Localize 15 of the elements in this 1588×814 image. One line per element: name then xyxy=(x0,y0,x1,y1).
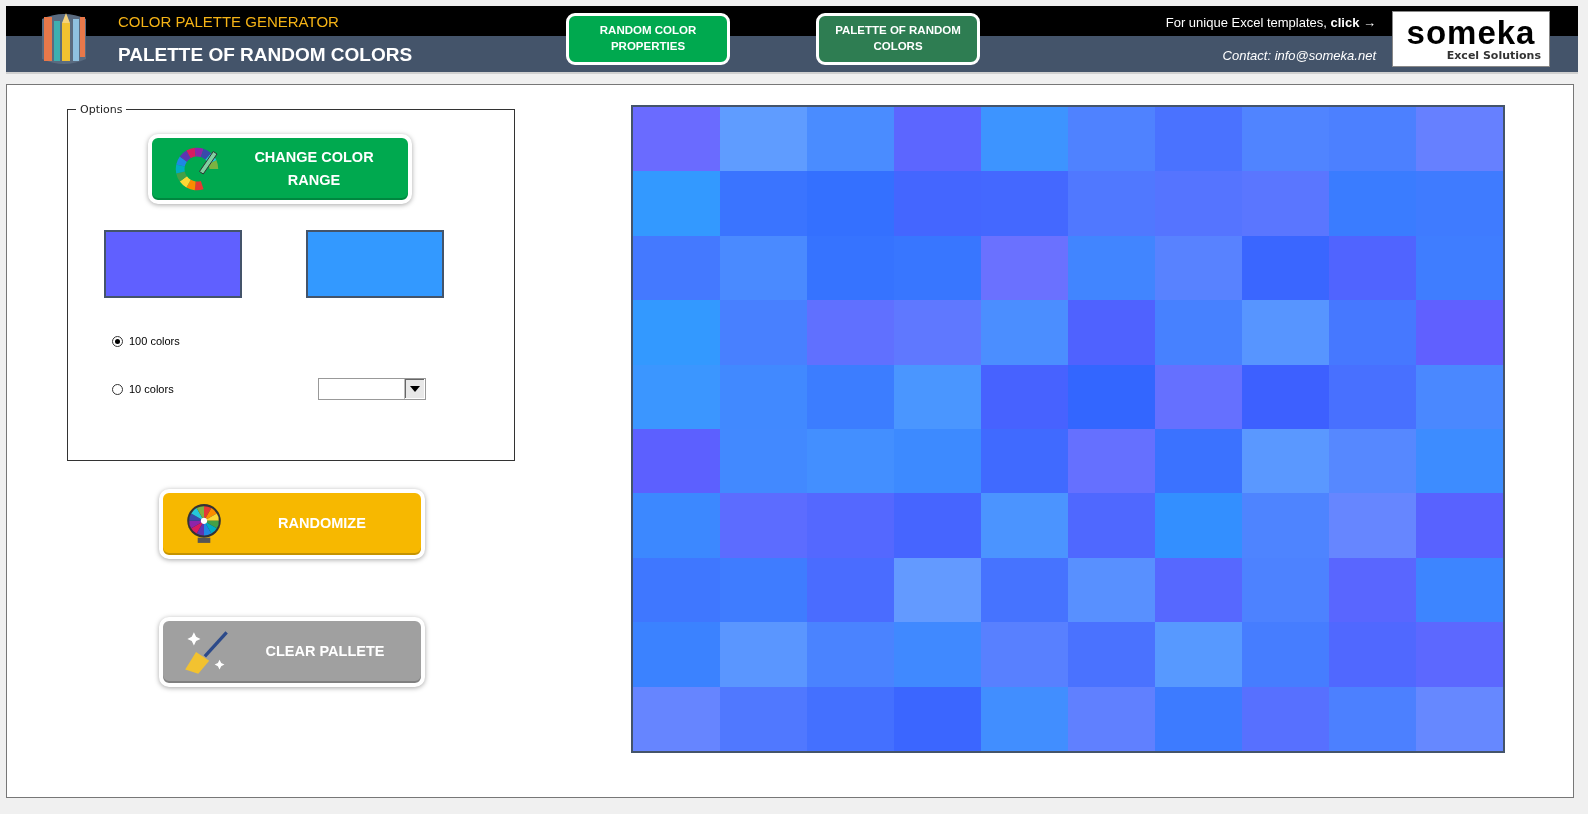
app-title: COLOR PALETTE GENERATOR xyxy=(118,12,340,30)
color-swatch[interactable] xyxy=(306,230,444,298)
radio-option[interactable]: 100 colors xyxy=(112,335,318,347)
color-swatch[interactable] xyxy=(104,230,242,298)
dropdown-field[interactable] xyxy=(318,378,426,400)
click-link[interactable]: click → xyxy=(1330,15,1376,30)
radio-option[interactable]: 10 colors xyxy=(112,383,318,395)
nav-button[interactable]: PALETTE OF RANDOM COLORS xyxy=(816,13,980,65)
options-legend: Options xyxy=(76,103,127,116)
brand-logo[interactable]: someka Excel Solutions xyxy=(1392,11,1550,67)
nav-button[interactable]: RANDOM COLOR PROPERTIES xyxy=(566,13,730,65)
page-title: PALETTE OF RANDOM COLORS xyxy=(118,43,413,66)
dropdown-arrow-icon xyxy=(410,386,420,392)
contact-email: Contact: info@someka.net xyxy=(1222,48,1376,63)
promo-text: For unique Excel templates, click → xyxy=(1165,15,1376,30)
